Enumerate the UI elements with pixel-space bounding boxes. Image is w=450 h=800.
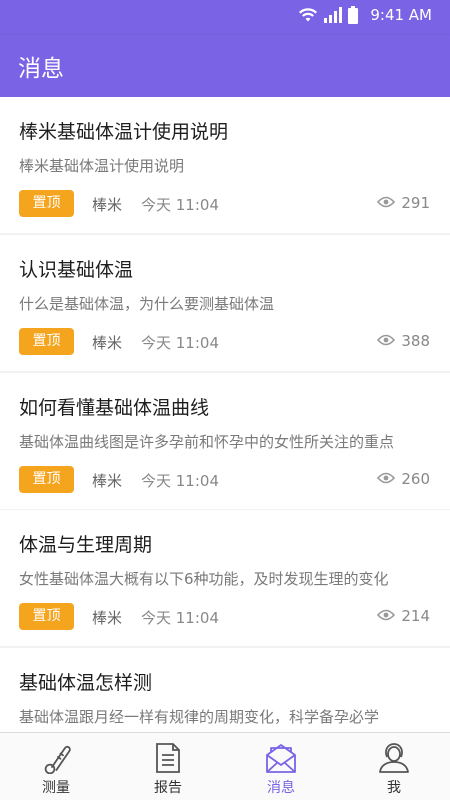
user-icon [377, 742, 411, 778]
pinned-badge: 置顶 [19, 466, 74, 493]
view-count-value: 214 [401, 607, 430, 625]
article-author: 棒米 [92, 196, 123, 214]
tab-measure[interactable]: 测量 [0, 733, 112, 800]
article-summary: 什么是基础体温，为什么要测基础体温 [19, 295, 275, 313]
article-card[interactable]: 体温与生理周期 女性基础体温大概有以下6种功能，及时发现生理的变化 置顶 棒米 … [0, 510, 450, 646]
status-bar: 9:41 AM [0, 0, 450, 35]
view-count: 260 [377, 470, 430, 488]
article-time: 今天 11:04 [141, 472, 219, 490]
tab-messages[interactable]: 消息 [225, 733, 337, 800]
view-count: 388 [377, 332, 430, 350]
article-title: 如何看懂基础体温曲线 [19, 397, 210, 419]
tab-label: 消息 [267, 780, 295, 796]
article-title: 棒米基础体温计使用说明 [19, 121, 229, 143]
signal-icon [324, 7, 343, 23]
envelope-icon [264, 742, 298, 778]
thermometer-icon [39, 742, 73, 778]
article-title: 基础体温怎样测 [19, 672, 153, 694]
article-card[interactable]: 棒米基础体温计使用说明 棒米基础体温计使用说明 置顶 棒米 今天 11:04 2… [0, 97, 450, 233]
article-author: 棒米 [92, 334, 123, 352]
message-list[interactable]: 棒米基础体温计使用说明 棒米基础体温计使用说明 置顶 棒米 今天 11:04 2… [0, 97, 450, 732]
battery-icon [348, 6, 359, 24]
page-title: 消息 [18, 56, 64, 82]
tab-me[interactable]: 我 [338, 733, 450, 800]
pinned-badge: 置顶 [19, 328, 74, 355]
bottom-tab-bar: 测量 报告 消息 我 [0, 732, 450, 800]
tab-label: 我 [387, 780, 401, 796]
eye-icon [377, 194, 396, 212]
article-time: 今天 11:04 [141, 334, 219, 352]
view-count-value: 291 [401, 194, 430, 212]
pinned-badge: 置顶 [19, 603, 74, 630]
view-count-value: 260 [401, 470, 430, 488]
eye-icon [377, 607, 396, 625]
article-author: 棒米 [92, 609, 123, 627]
app-header: 消息 [0, 35, 450, 97]
pinned-badge: 置顶 [19, 190, 74, 217]
status-time: 9:41 AM [370, 6, 432, 24]
article-card[interactable]: 基础体温怎样测 基础体温跟月经一样有规律的周期变化，科学备孕必学 [0, 648, 450, 732]
tab-label: 测量 [42, 780, 70, 796]
article-card[interactable]: 如何看懂基础体温曲线 基础体温曲线图是许多孕前和怀孕中的女性所关注的重点 置顶 … [0, 373, 450, 509]
article-time: 今天 11:04 [141, 609, 219, 627]
eye-icon [377, 470, 396, 488]
eye-icon [377, 332, 396, 350]
article-summary: 基础体温跟月经一样有规律的周期变化，科学备孕必学 [19, 708, 380, 726]
article-author: 棒米 [92, 472, 123, 490]
view-count-value: 388 [401, 332, 430, 350]
tab-report[interactable]: 报告 [112, 733, 224, 800]
article-summary: 女性基础体温大概有以下6种功能，及时发现生理的变化 [19, 570, 389, 588]
status-icons: 9:41 AM [298, 6, 432, 24]
report-icon [153, 742, 183, 778]
article-title: 认识基础体温 [19, 259, 134, 281]
article-summary: 棒米基础体温计使用说明 [19, 157, 185, 175]
view-count: 214 [377, 607, 430, 625]
article-card[interactable]: 认识基础体温 什么是基础体温，为什么要测基础体温 置顶 棒米 今天 11:04 … [0, 235, 450, 371]
article-summary: 基础体温曲线图是许多孕前和怀孕中的女性所关注的重点 [19, 433, 395, 451]
wifi-icon [298, 7, 318, 23]
article-time: 今天 11:04 [141, 196, 219, 214]
article-title: 体温与生理周期 [19, 534, 153, 556]
view-count: 291 [377, 194, 430, 212]
tab-label: 报告 [154, 780, 182, 796]
